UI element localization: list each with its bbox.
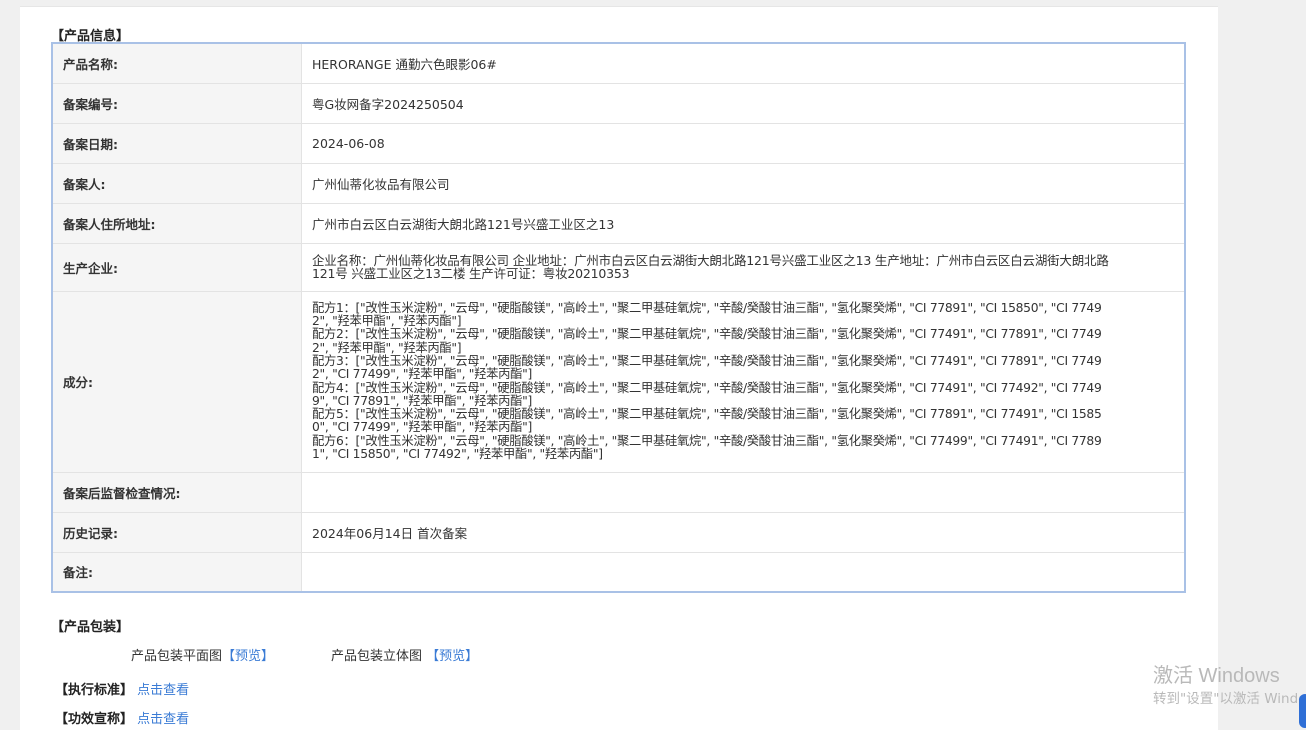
row-value: 2024年06月14日 首次备案 [301, 512, 1185, 553]
row-value-cell: 企业名称：广州仙蒂化妆品有限公司 企业地址：广州市白云区白云湖街大朗北路121号… [301, 243, 1185, 292]
standard-label: 【执行标准】 [55, 683, 134, 698]
table-row: 备案日期: 2024-06-08 [52, 123, 1185, 164]
row-label: 备案后监督检查情况: [52, 472, 302, 513]
row-value: 广州市白云区白云湖街大朗北路121号兴盛工业区之13 [301, 203, 1185, 244]
row-label: 备注: [52, 552, 302, 593]
efficacy-row: 【功效宣称】 点击查看 [55, 708, 189, 727]
package-stereo-preview-link[interactable]: 【预览】 [426, 649, 478, 664]
row-label: 产品名称: [52, 43, 302, 84]
section-title-packaging: 【产品包装】 [51, 620, 130, 635]
row-value: HERORANGE 通勤六色眼影06# [301, 43, 1185, 84]
row-label: 生产企业: [52, 243, 302, 292]
ingredients-cell: 配方1：["改性玉米淀粉", "云母", "硬脂酸镁", "高岭土", "聚二甲… [301, 291, 1185, 473]
windows-activation-subtitle: 转到"设置"以激活 Windows。 [1153, 691, 1306, 707]
windows-activation-title: 激活 Windows [1153, 665, 1280, 687]
row-value: 粤G妆网备字2024250504 [301, 83, 1185, 124]
package-flat-label: 产品包装平面图 [131, 649, 223, 664]
manufacturer-info: 企业名称：广州仙蒂化妆品有限公司 企业地址：广州市白云区白云湖街大朗北路121号… [312, 253, 1109, 281]
table-row: 备注: [52, 552, 1185, 593]
package-stereo-row: 产品包装立体图 【预览】 [331, 645, 478, 664]
row-label: 历史记录: [52, 512, 302, 553]
product-info-table: 产品名称: HERORANGE 通勤六色眼影06# 备案编号: 粤G妆网备字20… [51, 42, 1186, 593]
row-value [301, 472, 1185, 513]
table-row: 成分: 配方1：["改性玉米淀粉", "云母", "硬脂酸镁", "高岭土", … [52, 291, 1185, 473]
floating-side-button[interactable] [1299, 694, 1306, 728]
table-row: 历史记录: 2024年06月14日 首次备案 [52, 512, 1185, 553]
formula-line: 配方1：["改性玉米淀粉", "云母", "硬脂酸镁", "高岭土", "聚二甲… [312, 300, 1102, 329]
package-stereo-label: 产品包装立体图 [331, 649, 423, 664]
efficacy-view-link[interactable]: 点击查看 [137, 712, 189, 727]
formula-line: 配方2：["改性玉米淀粉", "云母", "硬脂酸镁", "高岭土", "聚二甲… [312, 327, 1102, 355]
formula-line: 配方3：["改性玉米淀粉", "云母", "硬脂酸镁", "高岭土", "聚二甲… [312, 353, 1102, 382]
formula-line: 配方5：["改性玉米淀粉", "云母", "硬脂酸镁", "高岭土", "聚二甲… [312, 407, 1102, 435]
table-row: 产品名称: HERORANGE 通勤六色眼影06# [52, 43, 1185, 84]
row-label: 成分: [52, 291, 302, 473]
package-flat-preview-link[interactable]: 【预览】 [222, 649, 274, 664]
formula-line: 配方6：["改性玉米淀粉", "云母", "硬脂酸镁", "高岭土", "聚二甲… [312, 433, 1102, 461]
table-row: 生产企业: 企业名称：广州仙蒂化妆品有限公司 企业地址：广州市白云区白云湖街大朗… [52, 243, 1185, 292]
row-value: 广州仙蒂化妆品有限公司 [301, 163, 1185, 204]
standard-row: 【执行标准】 点击查看 [55, 679, 189, 698]
standard-view-link[interactable]: 点击查看 [137, 683, 189, 698]
table-row: 备案后监督检查情况: [52, 472, 1185, 513]
row-label: 备案日期: [52, 123, 302, 164]
table-row: 备案人住所地址: 广州市白云区白云湖街大朗北路121号兴盛工业区之13 [52, 203, 1185, 244]
row-value [301, 552, 1185, 593]
row-value: 2024-06-08 [301, 123, 1185, 164]
table-row: 备案人: 广州仙蒂化妆品有限公司 [52, 163, 1185, 204]
row-label: 备案人住所地址: [52, 203, 302, 244]
efficacy-label: 【功效宣称】 [55, 712, 134, 727]
package-flat-row: 产品包装平面图【预览】 [131, 645, 274, 664]
row-label: 备案编号: [52, 83, 302, 124]
table-row: 备案编号: 粤G妆网备字2024250504 [52, 83, 1185, 124]
formula-line: 配方4：["改性玉米淀粉", "云母", "硬脂酸镁", "高岭土", "聚二甲… [312, 380, 1102, 408]
row-label: 备案人: [52, 163, 302, 204]
